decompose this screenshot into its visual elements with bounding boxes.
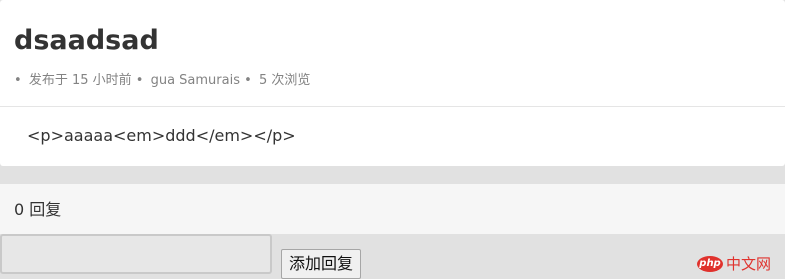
topic-author[interactable]: gua Samurais xyxy=(151,73,240,88)
topic-meta: • 发布于 15 小时前 • gua Samurais • 5 次浏览 xyxy=(14,72,310,90)
reply-form: 添加回复 xyxy=(0,234,785,279)
reply-count: 0 回复 xyxy=(14,200,62,219)
meta-separator: • xyxy=(135,73,144,88)
watermark-site-name: 中文网 xyxy=(726,255,772,273)
meta-separator: • xyxy=(244,73,252,88)
topic-posted-time: 发布于 15 小时前 xyxy=(28,73,132,88)
reply-panel: 0 回复 添加回复 xyxy=(0,184,785,279)
topic-body: <p>aaaaa<em>ddd</em></p> xyxy=(27,126,296,145)
reply-textarea[interactable] xyxy=(0,234,272,274)
meta-separator: • xyxy=(14,73,22,88)
topic-view-count: 5 次浏览 xyxy=(258,73,311,88)
php-logo-icon: php xyxy=(697,256,723,272)
topic-header: dsaadsad • 发布于 15 小时前 • gua Samurais • 5… xyxy=(0,0,785,107)
topic-card: dsaadsad • 发布于 15 小时前 • gua Samurais • 5… xyxy=(0,0,785,166)
add-reply-button[interactable]: 添加回复 xyxy=(281,249,362,279)
reply-header: 0 回复 xyxy=(0,184,785,234)
topic-title: dsaadsad xyxy=(14,25,159,56)
site-watermark: php 中文网 xyxy=(697,254,771,274)
